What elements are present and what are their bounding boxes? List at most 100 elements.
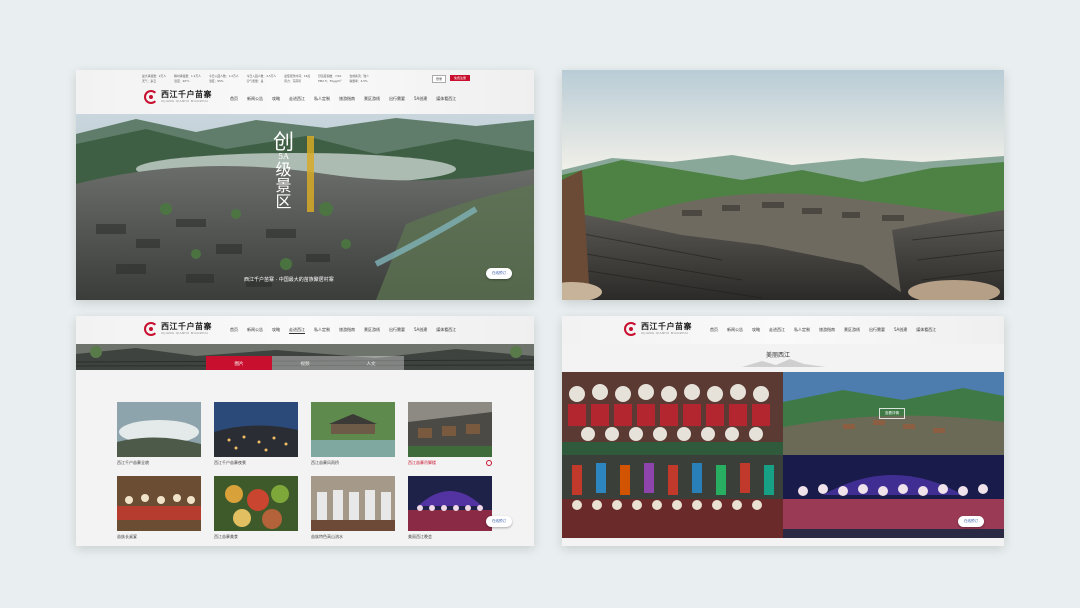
visitor-info-bar: 最大承载量：2万人 天气：多云 瞬时承载量：1.2万人 温度：26°C 今日入园人数：1… [142,74,369,83]
logo-title: 西江千户苗寨 [641,322,692,331]
photo-card[interactable]: 西江苗寨风雨桥 [311,402,395,466]
photo-caption: 西江苗寨吊脚楼 [408,460,436,465]
nav-item[interactable]: 媒体看西江 [436,327,456,334]
info-text: 瞬时承载量：1.2万人 [174,74,201,78]
village-panorama-photo [562,70,1004,300]
info-column: 当前客流：较少 容量率：4.5% [349,74,369,83]
site-header: 西江千户苗寨 XIJIANG QIANHU MIAOZHAI 首页 新闻公告 攻略 走… [562,316,1004,344]
register-button[interactable]: 免费注册 [450,75,471,81]
feature-tile[interactable] [562,372,783,455]
feature-page-screenshot: 西江千户苗寨 XIJIANG QIANHU MIAOZHAI 首页 新闻公告 攻略 走… [562,316,1004,546]
info-text: 最佳观景时间：16点 [284,74,311,78]
tab-photos[interactable]: 图片 [206,356,272,370]
nav-item[interactable]: 攻略 [752,327,760,333]
info-column: 今日入园人数：1.2万人 湿度：65% [209,74,239,83]
book-online-button[interactable]: 在线预订 [486,516,512,527]
photo-caption: 苗族特色高山流水 [311,534,343,539]
book-online-button[interactable]: 在线预订 [486,268,512,279]
nav-item[interactable]: 旅游指南 [339,327,355,334]
badge-line-5: 区 [275,191,292,211]
logo-title: 西江千户苗寨 [161,90,212,99]
login-button[interactable]: 登录 [432,75,447,83]
nav-item[interactable]: 媒体看西江 [436,96,456,102]
info-text: 风力：东南风 [284,79,302,83]
nav-item[interactable]: 走进西江 [289,96,305,102]
nav-item[interactable]: 景区游线 [844,327,860,333]
photo-caption: 美丽西江晚会 [408,534,432,539]
photo-card[interactable]: 苗族长桌宴 [117,476,201,540]
info-text: PM2.5：35μg/m³ [318,79,342,83]
gallery-page-screenshot: 西江千户苗寨 XIJIANG QIANHU MIAOZHAI 首页 新闻公告 攻略 走… [76,316,534,546]
photo-card[interactable]: 苗族特色高山流水 [311,476,395,540]
photo-card[interactable]: 美丽西江晚会 [408,476,492,540]
info-text: 空气质量：良 [246,79,264,83]
tab-culture[interactable]: 人文 [338,356,404,370]
photo-card[interactable]: 西江千户苗寨夜景 [214,402,298,466]
badge-line-1: 创 [273,130,294,154]
mountain-divider-icon [742,359,826,367]
nav-item[interactable]: 首页 [230,327,238,334]
book-online-button[interactable]: 在线预订 [958,516,984,527]
logo-emblem-icon [624,322,638,336]
info-text: 今日入园人数：1.2万人 [208,74,239,78]
site-logo[interactable]: 西江千户苗寨 XIJIANG QIANHU MIAOZHAI [624,322,692,336]
site-header: 最大承载量：2万人 天气：多云 瞬时承载量：1.2万人 温度：26°C 今日入园人数：1… [76,70,534,114]
nav-item[interactable]: 攻略 [272,96,280,102]
nav-item[interactable]: 新闻公告 [247,96,263,102]
info-column: 最大承载量：2万人 天气：多云 [142,74,166,83]
feature-tile[interactable]: 查看详情 [783,372,1004,455]
local-food-thumb [214,476,298,531]
photo-card[interactable]: 西江苗寨美食 [214,476,298,540]
site-header: 西江千户苗寨 XIJIANG QIANHU MIAOZHAI 首页 新闻公告 攻略 走… [76,316,534,344]
nav-item[interactable]: 景区游线 [364,327,380,334]
logo-emblem-icon [144,90,158,104]
nav-item[interactable]: 5A创建 [894,327,907,333]
photo-caption: 苗族长桌宴 [117,534,137,539]
nav-item[interactable]: 私人定制 [314,327,330,334]
nav-item[interactable]: 出行需要 [869,327,885,333]
logo-emblem-icon [144,322,158,336]
nav-item[interactable]: 出行需要 [389,327,405,334]
photo-caption: 西江苗寨美食 [214,534,238,539]
nav-item[interactable]: 走进西江 [289,327,305,334]
nav-item[interactable]: 出行需要 [389,96,405,102]
nav-item[interactable]: 景区游线 [364,96,380,102]
tab-videos[interactable]: 视频 [272,356,338,370]
nav-item[interactable]: 5A创建 [414,327,427,334]
long-table-banquet-thumb [117,476,201,531]
photo-grid: 西江千户苗寨全貌 西江千户苗寨夜景 西江苗寨风雨桥 西江苗寨吊脚楼 苗族长桌宴 … [117,402,492,540]
nav-item[interactable]: 旅游指南 [819,327,835,333]
nav-item[interactable]: 5A创建 [414,96,427,102]
nav-item[interactable]: 首页 [710,327,718,333]
info-column: 舒适度指数：7/10 PM2.5：35μg/m³ [318,74,341,83]
photo-caption: 西江千户苗寨全貌 [117,460,149,465]
view-details-button[interactable]: 查看详情 [879,408,905,419]
info-circle-icon[interactable] [486,460,492,466]
nav-item[interactable]: 私人定制 [314,96,330,102]
panorama-photo-panel [562,70,1004,300]
info-text: 最大承载量：2万人 [142,74,167,78]
nav-item[interactable]: 旅游指南 [339,96,355,102]
info-text: 今日入园人数：4.5万人 [246,74,277,78]
nav-item[interactable]: 媒体看西江 [916,327,936,333]
nav-item[interactable]: 攻略 [272,327,280,334]
night-view-thumb [214,402,298,457]
hero-caption: 西江千户苗寨 · 中国最大的苗族聚居村寨 [244,277,334,283]
nav-item[interactable]: 新闻公告 [727,327,743,333]
homepage-screenshot: 最大承载量：2万人 天气：多云 瞬时承载量：1.2万人 温度：26°C 今日入园人数：1… [76,70,534,300]
site-logo[interactable]: 西江千户苗寨 XIJIANG QIANHU MIAOZHAI [144,322,212,336]
site-logo[interactable]: 西江千户苗寨 XIJIANG QIANHU MIAOZHAI [144,90,212,104]
feature-tile[interactable] [562,455,783,538]
nav-item[interactable]: 首页 [230,96,238,102]
nav-item[interactable]: 私人定制 [794,327,810,333]
info-text: 当前客流：较少 [349,74,370,78]
nav-item[interactable]: 走进西江 [769,327,785,333]
photo-card[interactable]: 西江千户苗寨全貌 [117,402,201,466]
info-text: 容量率：4.5% [349,79,368,83]
stilt-houses-thumb [408,402,492,457]
photo-card[interactable]: 西江苗寨吊脚楼 [408,402,492,466]
info-text: 天气：多云 [142,79,156,83]
info-text: 湿度：65% [208,79,224,83]
silver-crown-dancers-photo [562,372,783,455]
nav-item[interactable]: 新闻公告 [247,327,263,334]
